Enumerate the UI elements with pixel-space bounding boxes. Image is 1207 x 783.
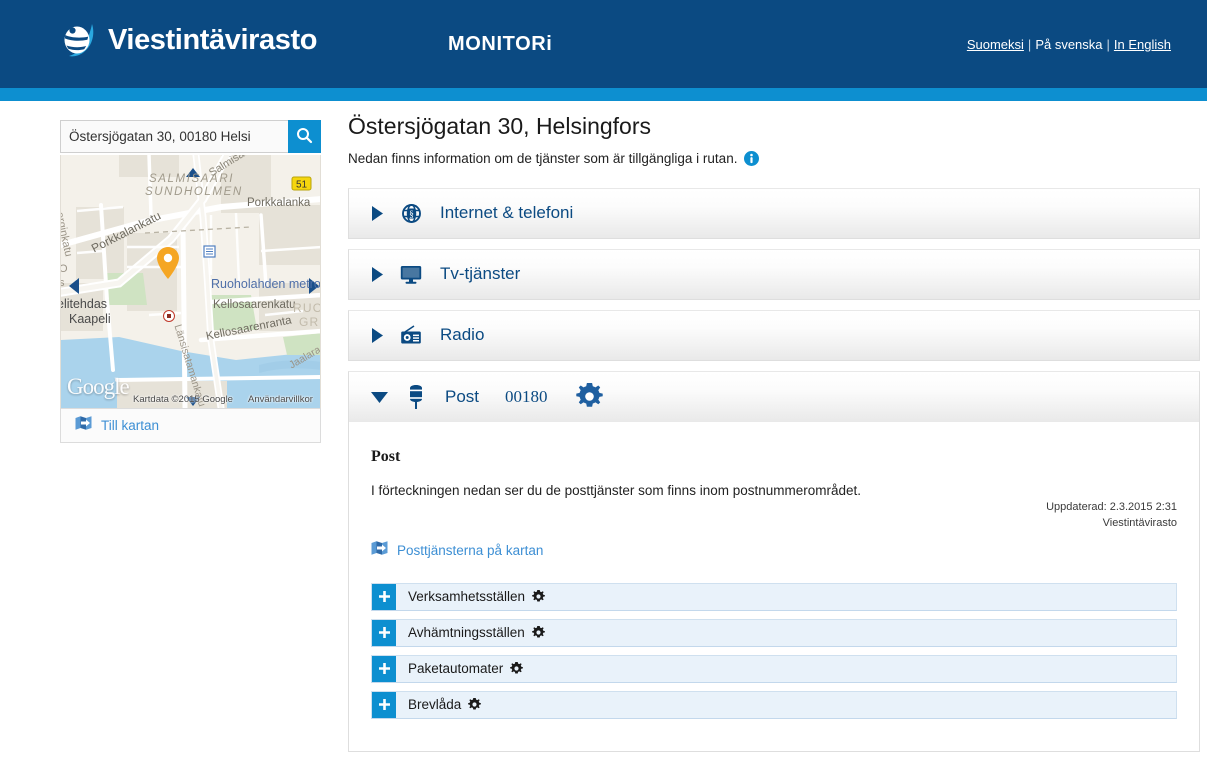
plus-icon[interactable] xyxy=(372,619,396,646)
gear-icon[interactable] xyxy=(575,383,603,410)
map-go-icon xyxy=(75,415,92,436)
accordion-label: Internet & telefoni xyxy=(440,203,574,223)
post-panel-heading: Post xyxy=(371,447,401,465)
map-credit-left: Kartdata ©2015 Google xyxy=(133,394,233,405)
data-source: Viestintävirasto xyxy=(1102,516,1177,529)
language-link-suomeksi[interactable]: Suomeksi xyxy=(967,37,1024,52)
lang-separator-1: | xyxy=(1027,37,1032,52)
info-icon[interactable] xyxy=(744,150,760,166)
accordion-tv-tjanster[interactable]: Tv-tjänster xyxy=(348,248,1200,300)
svg-text:§: § xyxy=(409,210,414,220)
language-link-in-english[interactable]: In English xyxy=(1114,37,1171,52)
post-panel-intro: I förteckningen nedan ser du de posttjän… xyxy=(371,482,862,498)
google-watermark: Google xyxy=(67,374,130,399)
go-to-map-link[interactable]: Till kartan xyxy=(60,408,321,443)
plus-icon[interactable] xyxy=(372,691,396,718)
logo[interactable]: Viestintävirasto xyxy=(62,21,317,59)
accordion-post[interactable]: Post 00180 xyxy=(348,370,1200,422)
gear-icon[interactable] xyxy=(532,590,545,603)
plus-icon[interactable] xyxy=(372,583,396,610)
page-subtitle: Nedan finns information om de tjänster s… xyxy=(348,150,738,166)
accordion-label: Radio xyxy=(440,325,485,345)
post-service-list: Verksamhetsställen Avhämtningsställen Pa… xyxy=(371,582,1177,719)
chevron-down-icon xyxy=(371,391,388,403)
map-go-icon xyxy=(371,540,388,561)
accordion-radio[interactable]: Radio xyxy=(348,309,1200,361)
chevron-right-icon xyxy=(371,327,383,343)
list-item[interactable]: Brevlåda xyxy=(371,690,1177,719)
chevron-right-icon xyxy=(371,266,383,282)
list-item[interactable]: Paketautomater xyxy=(371,654,1177,683)
svg-text:51: 51 xyxy=(296,180,308,191)
gear-icon[interactable] xyxy=(468,698,482,711)
accent-bar xyxy=(0,88,1207,101)
sidebar: 51 SALMISAARI SUNDHOLMEN Salmisaa Porkka… xyxy=(60,120,321,443)
accordion-label: Tv-tjänster xyxy=(440,264,521,284)
app-title: MONITORi xyxy=(448,33,553,55)
globe-signal-icon: § xyxy=(400,203,422,224)
lang-separator-2: | xyxy=(1106,37,1110,52)
language-switcher: Suomeksi | På svenska | In English xyxy=(967,37,1171,52)
map-preview[interactable]: 51 SALMISAARI SUNDHOLMEN Salmisaa Porkka… xyxy=(60,155,321,408)
page-body: 51 SALMISAARI SUNDHOLMEN Salmisaa Porkka… xyxy=(0,101,1207,783)
page-title: Östersjögatan 30, Helsingfors xyxy=(348,113,651,139)
gear-icon[interactable] xyxy=(510,662,524,675)
main-content: Östersjögatan 30, Helsingfors Nedan finn… xyxy=(348,113,1200,752)
list-item[interactable]: Verksamhetsställen xyxy=(371,582,1177,611)
search-icon xyxy=(296,127,313,147)
logo-text: Viestintävirasto xyxy=(108,23,318,56)
search-row xyxy=(60,120,321,153)
language-link-pa-svenska[interactable]: På svenska xyxy=(1035,37,1102,52)
radio-icon xyxy=(400,325,422,345)
post-services-map-link[interactable]: Posttjänsterna på kartan xyxy=(371,540,543,561)
list-item-label: Paketautomater xyxy=(408,661,504,677)
postal-code: 00180 xyxy=(505,386,548,406)
page-subtitle-row: Nedan finns information om de tjänster s… xyxy=(348,150,1200,166)
plus-icon[interactable] xyxy=(372,655,396,682)
map-credit-right[interactable]: Användarvillkor xyxy=(248,394,313,405)
list-item-label: Verksamhetsställen xyxy=(408,589,526,605)
gear-icon[interactable] xyxy=(531,626,545,639)
site-header: Viestintävirasto MONITORi Suomeksi | På sv… xyxy=(0,0,1207,88)
highway-badge-51: 51 xyxy=(291,176,312,191)
post-panel: Post I förteckningen nedan ser du de pos… xyxy=(348,421,1200,752)
map-graphic: 51 xyxy=(61,155,320,408)
globe-leaf-logo-icon xyxy=(62,21,98,59)
list-item-label: Brevlåda xyxy=(408,697,462,713)
television-icon xyxy=(400,265,422,284)
accordion-label: Post xyxy=(445,386,480,406)
chevron-right-icon xyxy=(371,205,383,221)
mailbox-icon xyxy=(405,384,427,409)
post-services-map-label: Posttjänsterna på kartan xyxy=(397,542,544,558)
updated-timestamp: Uppdaterad: 2.3.2015 2:31 xyxy=(1046,500,1177,513)
list-item[interactable]: Avhämtningsställen xyxy=(371,618,1177,647)
go-to-map-label: Till kartan xyxy=(101,418,160,433)
update-stamp: Uppdaterad: 2.3.2015 2:31 Viestintäviras… xyxy=(1046,500,1177,532)
search-button[interactable] xyxy=(288,120,321,153)
search-input[interactable] xyxy=(60,120,288,153)
list-item-label: Avhämtningsställen xyxy=(408,625,525,641)
accordion-internet-telefoni[interactable]: § Internet & telefoni xyxy=(348,187,1200,239)
